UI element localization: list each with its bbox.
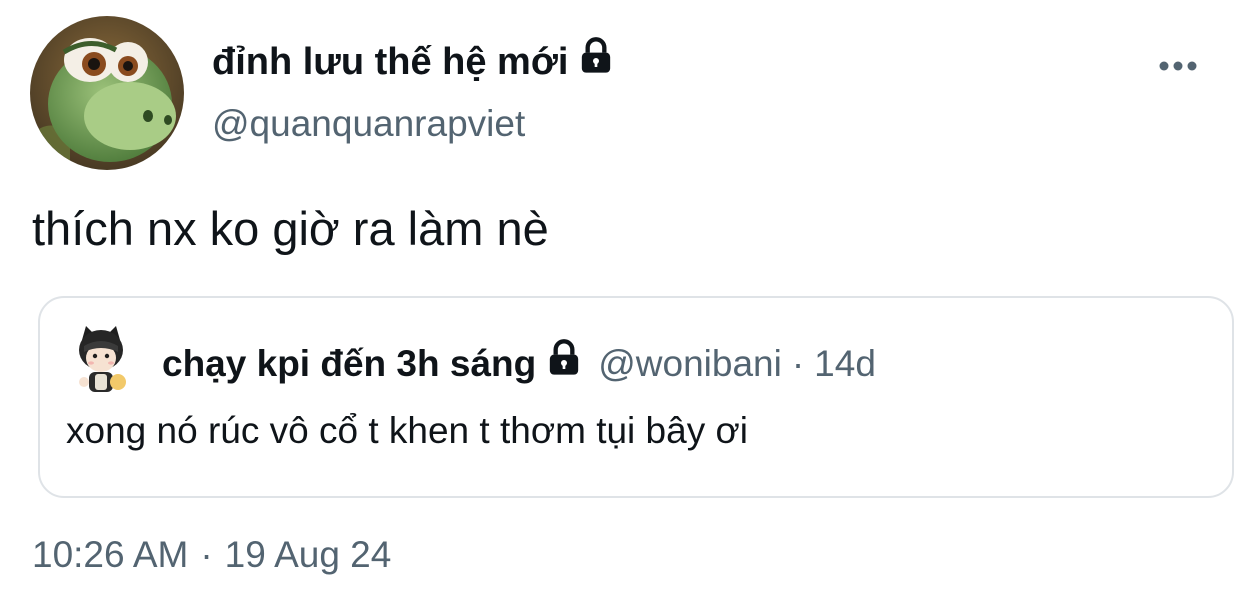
quote-text: xong nó rúc vô cổ t khen t thơm tụi bây … (66, 410, 748, 451)
tweet-text: thích nx ko giờ ra làm nè (32, 202, 549, 255)
quote-author-name[interactable]: chạy kpi đến 3h sáng (162, 341, 536, 387)
quote-author-avatar[interactable] (74, 326, 128, 396)
quoted-tweet-card[interactable]: chạy kpi đến 3h sáng @wonibani · 14d xon… (38, 296, 1234, 498)
tweet-date: 19 Aug 24 (224, 534, 392, 575)
lock-icon (576, 36, 616, 87)
author-name-text: đỉnh lưu thế hệ mới (212, 40, 569, 83)
lock-icon (544, 338, 584, 389)
timestamp-separator: · (200, 534, 213, 575)
tweet-time: 10:26 AM (32, 534, 189, 575)
more-horizontal-icon[interactable] (1156, 58, 1200, 74)
author-handle[interactable]: @quanquanrapviet (212, 102, 525, 146)
tweet-timestamp[interactable]: 10:26 AM · 19 Aug 24 (32, 532, 391, 578)
quote-age[interactable]: 14d (814, 341, 876, 387)
quote-separator: · (791, 342, 805, 384)
quote-header: chạy kpi đến 3h sáng @wonibani · 14d (162, 338, 876, 389)
dinosaur-avatar-image (30, 16, 184, 170)
quote-author-handle[interactable]: @wonibani (598, 341, 782, 387)
author-display-name[interactable]: đỉnh lưu thế hệ mới (212, 36, 616, 87)
cat-hood-avatar-image (79, 326, 126, 392)
author-avatar[interactable] (30, 16, 184, 170)
